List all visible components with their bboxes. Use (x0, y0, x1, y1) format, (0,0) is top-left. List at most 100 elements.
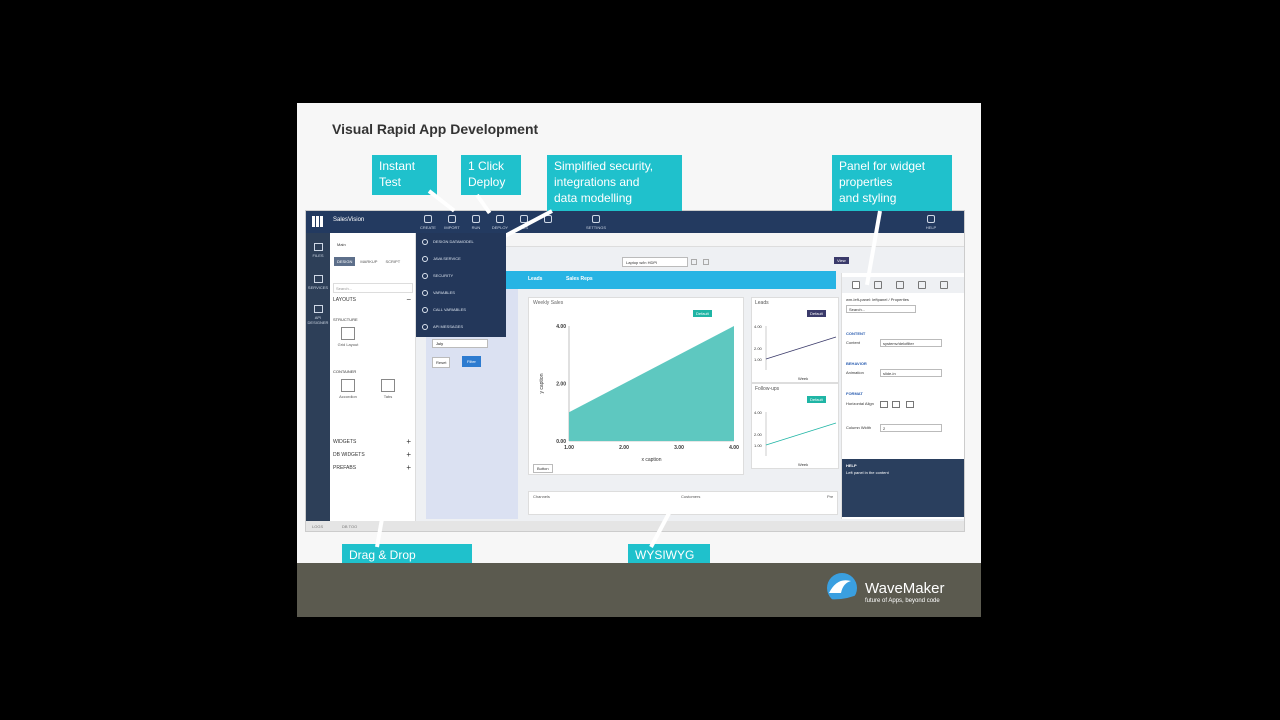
content-label: Content (846, 340, 861, 345)
help-heading[interactable]: HELP (846, 463, 857, 468)
props-path: wm-left-panel: leftpanel / Properties (846, 297, 909, 302)
props-search[interactable]: Search... (846, 305, 916, 313)
create-dropdown-menu: DESIGN DATAMODEL JAVA SERVICE SECURITY V… (416, 233, 506, 337)
filter-button[interactable]: Filter (462, 356, 481, 367)
files-icon (313, 243, 323, 251)
shield-icon (422, 273, 428, 279)
callout-instant-test: Instant Test (372, 155, 437, 195)
help-icon (927, 215, 935, 223)
tab-markup[interactable]: MARKUP (357, 257, 380, 266)
widget-grid-layout[interactable]: Grid Layout (334, 327, 362, 347)
play-icon (472, 215, 480, 223)
align-center-icon[interactable] (892, 401, 900, 408)
tab-script[interactable]: SCRIPT (382, 257, 403, 266)
followups-chart[interactable]: Follow-ups Default 1.00 2.00 4.00 Week (751, 383, 839, 469)
logs-tab[interactable]: LOGS (312, 524, 323, 529)
menu-call-variables[interactable]: CALL VARIABLES (422, 307, 466, 313)
create-icon (424, 215, 432, 223)
nav-files[interactable]: FILES (306, 243, 330, 258)
align-right-icon[interactable] (906, 401, 914, 408)
view-button[interactable]: View (834, 257, 849, 264)
database-icon (422, 239, 428, 245)
ide-screenshot: SalesVision CREATE IMPORT RUN DEPLOY VCS… (305, 210, 965, 532)
callout-security: Simplified security, integrations and da… (547, 155, 682, 211)
column-width-select[interactable]: 2 (880, 424, 942, 432)
presentation-slide: Visual Rapid App Development SalesVision… (297, 103, 981, 617)
mini-y-tick: 1.00 (754, 357, 763, 362)
align-left-icon[interactable] (880, 401, 888, 408)
menu-design-datamodel[interactable]: DESIGN DATAMODEL (422, 239, 474, 245)
followups-line-svg: 1.00 2.00 4.00 Week (754, 410, 837, 467)
menu-variables[interactable]: VARIABLES (422, 290, 455, 296)
section-widgets[interactable]: WIDGETS + (333, 437, 413, 446)
nav-services[interactable]: SERVICES (306, 275, 330, 290)
zoom-icon[interactable] (691, 259, 697, 265)
widget-search[interactable]: Search... (333, 283, 413, 293)
widget-tabs[interactable]: Tabs (374, 379, 402, 399)
nav-leads[interactable]: Leads (528, 276, 542, 282)
fit-icon[interactable] (703, 259, 709, 265)
device-select[interactable]: Laptop w/in HDPI (622, 257, 688, 267)
page-tab-main[interactable]: Main (334, 241, 374, 249)
chart-button[interactable]: Button (533, 464, 553, 473)
channels-label: Channels (533, 494, 550, 499)
tab-design[interactable]: DESIGN (334, 257, 356, 266)
help-panel: HELP Left panel in the content (842, 459, 964, 517)
gear-icon (592, 215, 600, 223)
help-button[interactable]: HELP (920, 215, 942, 230)
section-db-widgets[interactable]: DB WIDGETS + (333, 450, 413, 459)
section-layouts[interactable]: LAYOUTS − (333, 295, 413, 304)
reset-button[interactable]: Reset (432, 357, 451, 368)
x-tick-label: 4.00 (729, 445, 739, 451)
x-tick-label: 3.00 (674, 445, 684, 451)
menu-java-service[interactable]: JAVA SERVICE (422, 256, 461, 262)
settings-button[interactable]: SETTINGS (585, 215, 607, 230)
nav-api-designer[interactable]: API DESIGNER (306, 305, 330, 325)
column-width-label: Column Width (846, 425, 872, 430)
apps-grid-icon[interactable] (312, 216, 323, 227)
import-menu[interactable]: IMPORT (441, 215, 463, 230)
menu-security[interactable]: SECURITY (422, 273, 453, 279)
widget-accordion[interactable]: Accordion (334, 379, 362, 399)
db-tools-tab[interactable]: DB TOO (342, 524, 357, 529)
bottom-widgets: Channels Customers Pre (528, 491, 838, 515)
api-icon (313, 305, 323, 313)
palette-icon[interactable] (874, 281, 882, 289)
month-select[interactable]: July (432, 339, 488, 348)
mini-y-tick: 4.00 (754, 410, 763, 415)
mini-line-series (765, 336, 837, 360)
content-heading: CONTENT (846, 331, 866, 336)
project-name[interactable]: SalesVision (333, 217, 364, 223)
mini-x-label: Week (798, 462, 808, 467)
device-icon[interactable] (918, 281, 926, 289)
mini-y-tick: 1.00 (754, 443, 763, 448)
animation-select[interactable]: slide-in (880, 369, 942, 377)
hand-icon[interactable] (896, 281, 904, 289)
section-prefabs[interactable]: PREFABS + (333, 463, 413, 472)
pre-label: Pre (827, 494, 834, 499)
call-icon (422, 307, 428, 313)
weekly-sales-chart[interactable]: Weekly Sales Default 0.00 2.00 4.00 1.00 2.0… (528, 297, 744, 475)
import-icon (448, 215, 456, 223)
properties-panel: wm-left-panel: leftpanel / Properties Se… (841, 273, 964, 519)
halign-label: Horizontal Align (846, 401, 874, 406)
leads-chart[interactable]: Leads Default 1.00 2.00 4.00 Week (751, 297, 839, 383)
content-select[interactable]: systemv/delofilter (880, 339, 942, 347)
pencil-icon[interactable] (852, 281, 860, 289)
deploy-button[interactable]: DEPLOY (489, 215, 511, 230)
java-icon (422, 256, 428, 262)
run-button[interactable]: RUN (465, 215, 487, 230)
wavemaker-logo: WaveMaker future of Apps, beyond code (825, 569, 955, 609)
nav-sales-reps[interactable]: Sales Reps (566, 276, 593, 282)
shield-icon[interactable] (940, 281, 948, 289)
accordion-icon (341, 379, 355, 392)
mini-y-tick: 4.00 (754, 324, 763, 329)
variables-icon (422, 290, 428, 296)
mini-y-tick: 2.00 (754, 346, 763, 351)
menu-api-messages[interactable]: API MESSAGES (422, 324, 463, 330)
format-heading: FORMAT (846, 391, 863, 396)
leads-line-svg: 1.00 2.00 4.00 Week (754, 324, 837, 381)
create-menu[interactable]: CREATE (417, 215, 439, 230)
area-chart-svg: 0.002.004.001.00 2.00 3.00 4.00x captiony c… (539, 324, 739, 463)
services-icon (313, 275, 323, 283)
